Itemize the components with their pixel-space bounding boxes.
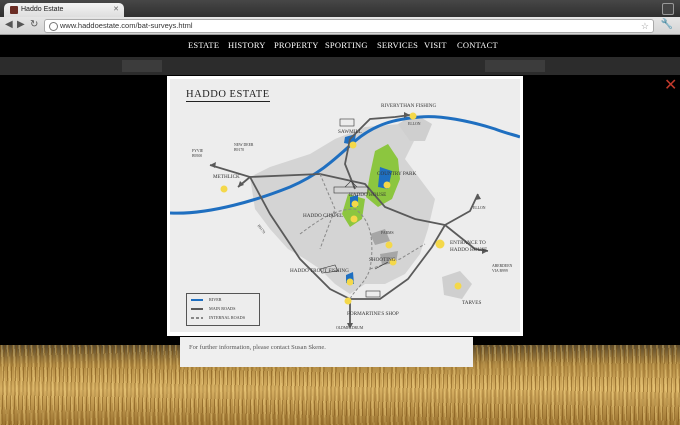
- sawmill-sketch: [339, 118, 355, 127]
- marker-haddo-chapel[interactable]: [350, 215, 358, 223]
- label-aberdeen: ABERDEEN VIA B999: [492, 264, 512, 273]
- favicon-icon: [10, 6, 18, 14]
- nav-estate[interactable]: ESTATE: [188, 40, 219, 50]
- map-legend: RIVER MAIN ROADS INTERNAL ROADS: [186, 293, 260, 326]
- label-shooting: SHOOTING: [369, 257, 396, 263]
- toolbar: ◀ ▶ ↻ www.haddoestate.com/bat-surveys.ht…: [0, 17, 680, 35]
- marker-riverythan-fishing[interactable]: [409, 112, 417, 120]
- globe-icon: [49, 22, 58, 31]
- arrow-fyvie: [210, 162, 216, 168]
- lightbox-close-icon[interactable]: ✕: [664, 78, 677, 94]
- tab-close-icon[interactable]: ✕: [113, 5, 119, 13]
- estate-map: HADDO ESTATE RIVERYTHAN FISHING ELLON SA…: [170, 79, 520, 332]
- nav-services[interactable]: SERVICES: [377, 40, 418, 50]
- browser-tab[interactable]: Haddo Estate ✕: [4, 3, 124, 17]
- header-strip: [0, 57, 680, 75]
- window-resize-button[interactable]: [662, 3, 674, 15]
- forward-icon[interactable]: ▶: [17, 20, 25, 30]
- label-trout-fishing: HADDO TROUT FISHING: [290, 268, 349, 274]
- marker-trout-fishing[interactable]: [346, 278, 354, 286]
- tab-strip: Haddo Estate ✕: [0, 0, 680, 17]
- label-country-park: COUNTRY PARK: [377, 171, 417, 177]
- site-nav: ESTATE HISTORY PROPERTY SPORTING SERVICE…: [0, 35, 680, 57]
- label-ellon-east: ELLON: [473, 206, 486, 210]
- content-panel: For further information, please contact …: [180, 337, 473, 367]
- label-fyvie: FYVIE B9500: [192, 149, 203, 158]
- bookmark-star-icon[interactable]: ☆: [641, 20, 649, 32]
- address-bar[interactable]: www.haddoestate.com/bat-surveys.html ☆: [44, 19, 654, 33]
- header-block: [485, 60, 545, 72]
- map-title: HADDO ESTATE: [186, 89, 270, 102]
- nav-visit[interactable]: VISIT: [424, 40, 447, 50]
- legend-river-swatch: [191, 299, 203, 301]
- legend-internal-swatch: [191, 317, 203, 319]
- label-haddo-chapel: HADDO CHAPEL: [303, 213, 344, 219]
- label-new-deer-text: NEW DEER B9170: [234, 143, 254, 152]
- url-text: www.haddoestate.com/bat-surveys.html: [60, 21, 193, 30]
- header-block: [122, 60, 162, 72]
- back-icon[interactable]: ◀: [5, 20, 13, 30]
- tab-title: Haddo Estate: [21, 6, 64, 13]
- nav-property[interactable]: PROPERTY: [274, 40, 319, 50]
- label-tarves: TARVES: [462, 300, 482, 306]
- reload-icon[interactable]: ↻: [30, 20, 38, 30]
- shop-sketch: [365, 290, 381, 298]
- nav-sporting[interactable]: SPORTING: [325, 40, 368, 50]
- label-oldmeldrum: OLDMELDRUM: [336, 326, 364, 330]
- label-entrance: ENTRANCE TO HADDO HOUSE: [450, 240, 487, 253]
- legend-roads-label: MAIN ROADS: [209, 306, 236, 311]
- label-ellon-north: ELLON: [408, 122, 421, 126]
- marker-entrance[interactable]: [435, 239, 445, 249]
- legend-internal-label: INTERNAL ROADS: [209, 315, 246, 320]
- label-methlick: METHLICK: [213, 174, 240, 180]
- label-formartines: FORMARTINE'S SHOP: [347, 311, 399, 317]
- marker-tarves[interactable]: [454, 282, 462, 290]
- marker-sawmill[interactable]: [349, 141, 357, 149]
- contact-note: For further information, please contact …: [189, 344, 326, 351]
- wrench-icon[interactable]: 🔧: [661, 19, 673, 30]
- marker-formartines-shop[interactable]: [344, 297, 352, 305]
- marker-farms[interactable]: [385, 241, 393, 249]
- label-fyvie-text: FYVIE B9500: [192, 149, 204, 158]
- marker-haddo-house[interactable]: [351, 200, 359, 208]
- label-haddo-house: HADDO HOUSE: [349, 192, 387, 198]
- marker-country-park[interactable]: [383, 181, 391, 189]
- marker-methlick[interactable]: [220, 185, 228, 193]
- lightbox: HADDO ESTATE RIVERYTHAN FISHING ELLON SA…: [167, 76, 523, 336]
- label-new-deer: NEW DEER B9170: [234, 143, 253, 152]
- label-entrance-text: ENTRANCE TO HADDO HOUSE: [450, 240, 488, 253]
- legend-river-label: RIVER: [209, 297, 222, 302]
- legend-roads-swatch: [191, 308, 203, 310]
- label-aberdeen-text: ABERDEEN VIA B999: [492, 264, 513, 273]
- nav-history[interactable]: HISTORY: [228, 40, 266, 50]
- label-riverythan-fishing: RIVERYTHAN FISHING: [381, 103, 437, 109]
- web-page: ESTATE HISTORY PROPERTY SPORTING SERVICE…: [0, 35, 680, 425]
- label-farms: FARMS: [381, 231, 394, 235]
- nav-contact[interactable]: CONTACT: [457, 40, 498, 50]
- label-sawmill: SAWMILL: [338, 129, 362, 135]
